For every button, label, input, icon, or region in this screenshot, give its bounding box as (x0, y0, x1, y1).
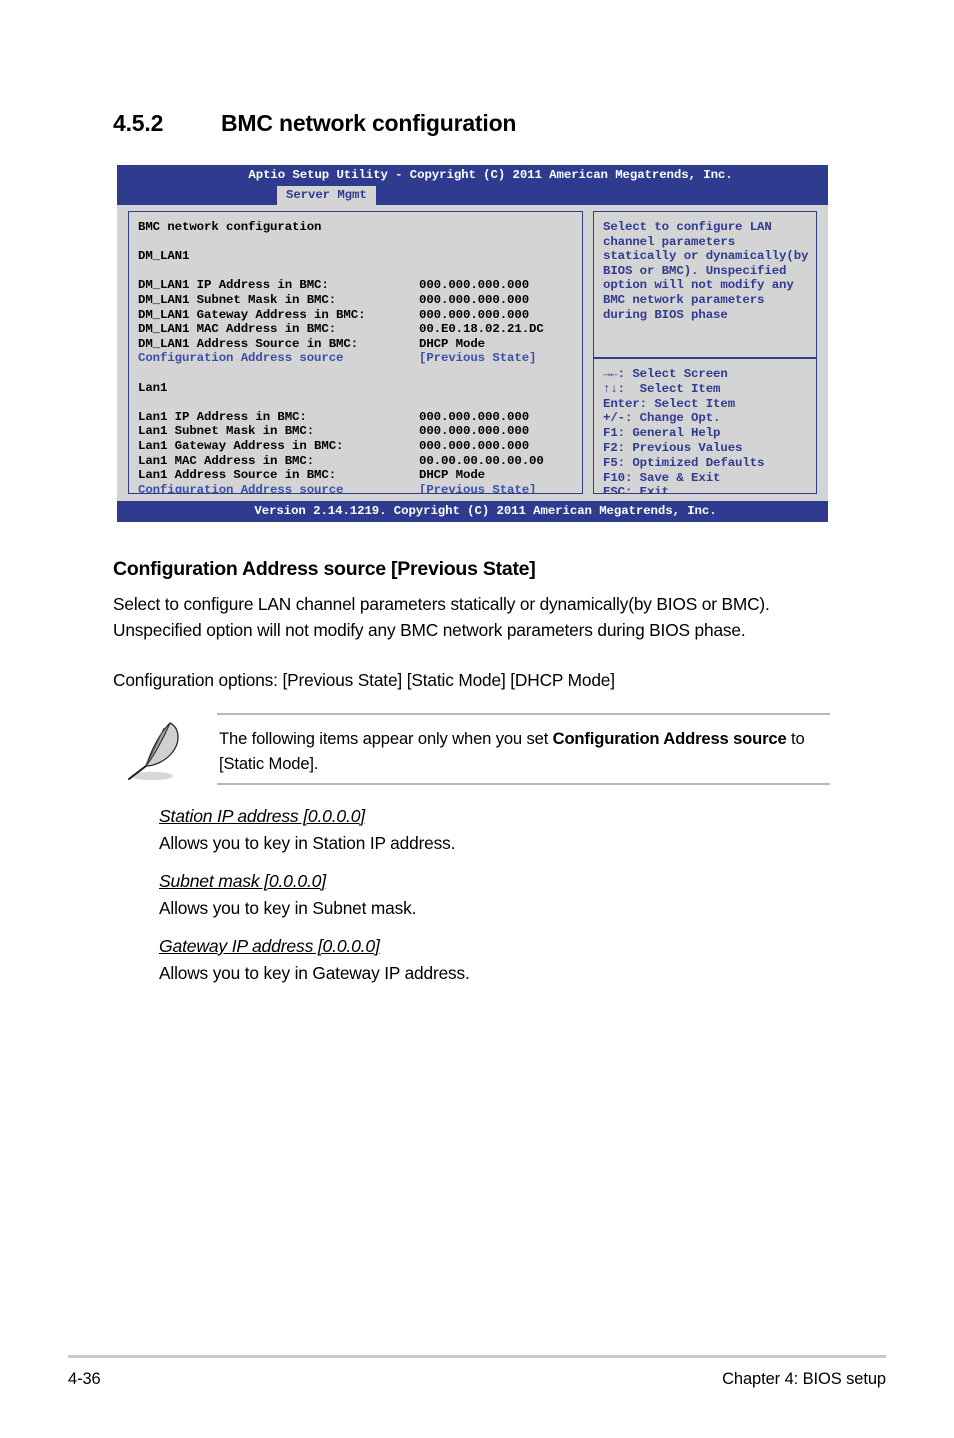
setting-heading: Configuration Address source [Previous S… (113, 558, 536, 580)
row-label: DM_LAN1 IP Address in BMC: (138, 278, 329, 293)
note-text-before: The following items appear only when you… (219, 729, 553, 748)
item-title-subnet-mask: Subnet mask [0.0.0.0] (159, 871, 326, 891)
row-label: Lan1 MAC Address in BMC: (138, 453, 315, 468)
help-line: option will not modify any (603, 278, 794, 293)
row-value: DHCP Mode (419, 336, 486, 351)
row-value: 000.000.000.000 (419, 424, 530, 439)
note-divider-bottom (217, 783, 830, 785)
section-title: BMC network configuration (221, 110, 517, 136)
legend-esc-exit: ESC: Exit (603, 485, 670, 494)
setting-paragraph: Select to configure LAN channel paramete… (113, 594, 770, 640)
row-label: DM_LAN1 Subnet Mask in BMC: (138, 292, 337, 307)
row-label: Lan1 Gateway Address in BMC: (138, 438, 344, 453)
tab-server-mgmt[interactable]: Server Mgmt (277, 186, 376, 205)
note-text-bold: Configuration Address source (552, 729, 787, 748)
row-value: 00.00.00.00.00.00 (419, 453, 544, 468)
note-text: The following items appear only when you… (219, 726, 827, 776)
section-number: 4.5.2 (113, 110, 164, 136)
bios-row: DM_LAN1 MAC Address in BMC: 00.E0.18.02.2… (138, 322, 582, 337)
setting-value: [Previous State] (419, 482, 537, 494)
row-value: 000.000.000.000 (419, 292, 530, 307)
bios-setup-window: Aptio Setup Utility - Copyright (C) 2011… (117, 165, 828, 522)
quill-pen-icon (123, 719, 199, 783)
legend-f5-optimized-defaults: F5: Optimized Defaults (603, 455, 765, 470)
item-title-gateway-ip-address: Gateway IP address [0.0.0.0] (159, 936, 380, 956)
page-number: 4-36 (68, 1370, 101, 1388)
help-line: BIOS or BMC). Unspecified (603, 263, 787, 278)
setting-label: Configuration Address source (138, 351, 344, 366)
bios-version-bar: Version 2.14.1219. Copyright (C) 2011 Am… (117, 501, 828, 522)
setting-configuration-address-source-lan1[interactable]: Configuration Address source [Previous St… (138, 482, 582, 494)
note-callout: The following items appear only when you… (123, 713, 830, 785)
bios-title-bar: Aptio Setup Utility - Copyright (C) 2011… (117, 165, 828, 186)
legend-change-opt: +/-: Change Opt. (603, 411, 721, 426)
bios-row: Lan1 IP Address in BMC: 000.000.000.000 (138, 410, 582, 425)
bios-row: Lan1 Address Source in BMC: DHCP Mode (138, 468, 582, 483)
help-line: Select to configure LAN (603, 220, 772, 234)
row-value: 000.000.000.000 (419, 278, 530, 293)
row-value: DHCP Mode (419, 468, 486, 483)
bios-row: Lan1 MAC Address in BMC: 00.00.00.00.00.0… (138, 454, 582, 469)
help-line: BMC network parameters (603, 292, 765, 307)
note-divider-top (217, 713, 830, 715)
row-label: Lan1 IP Address in BMC: (138, 409, 307, 424)
legend-f1-general-help: F1: General Help (603, 426, 721, 441)
bios-screen-title: BMC network configuration (138, 220, 322, 234)
bios-tab-row: Server Mgmt (117, 186, 828, 205)
group-label-lan1: Lan1 (138, 380, 168, 395)
legend-select-item-arrows: ↑↓: Select Item (603, 381, 721, 396)
setting-configuration-address-source-dm-lan1[interactable]: Configuration Address source [Previous St… (138, 351, 582, 366)
row-value: 000.000.000.000 (419, 409, 530, 424)
row-label: Lan1 Address Source in BMC: (138, 468, 337, 483)
group-label-dm-lan1: DM_LAN1 (138, 249, 190, 264)
item-title-station-ip-address: Station IP address [0.0.0.0] (159, 806, 365, 826)
setting-options-line: Configuration options: [Previous State] … (113, 670, 615, 690)
item-desc-subnet-mask: Allows you to key in Subnet mask. (159, 898, 417, 918)
legend-enter: Enter: Select Item (603, 396, 736, 411)
bios-help-panel: Select to configure LAN channel paramete… (593, 211, 817, 358)
row-label: DM_LAN1 MAC Address in BMC: (138, 322, 337, 337)
help-line: during BIOS phase (603, 307, 728, 322)
bios-body: BMC network configuration DM_LAN1 DM_LAN… (117, 205, 828, 501)
row-label: DM_LAN1 Address Source in BMC: (138, 336, 359, 351)
bios-row: DM_LAN1 IP Address in BMC: 000.000.000.00… (138, 278, 582, 293)
setting-value: [Previous State] (419, 351, 537, 366)
row-label: DM_LAN1 Gateway Address in BMC: (138, 307, 366, 322)
bios-row: Lan1 Subnet Mask in BMC: 000.000.000.000 (138, 424, 582, 439)
row-value: 000.000.000.000 (419, 307, 530, 322)
page-title: 4.5.2 BMC network configuration (113, 110, 873, 137)
item-desc-station-ip-address: Allows you to key in Station IP address. (159, 833, 456, 853)
legend-f2-previous-values: F2: Previous Values (603, 440, 743, 455)
bios-settings-panel: BMC network configuration DM_LAN1 DM_LAN… (128, 211, 583, 494)
bios-row: Lan1 Gateway Address in BMC: 000.000.000.… (138, 439, 582, 454)
item-desc-gateway-ip-address: Allows you to key in Gateway IP address. (159, 963, 470, 983)
legend-select-screen: →←: Select Screen (603, 367, 728, 381)
row-value: 00.E0.18.02.21.DC (419, 322, 544, 337)
help-line: channel parameters (603, 234, 736, 249)
bios-row: DM_LAN1 Address Source in BMC: DHCP Mode (138, 337, 582, 352)
footer-divider (68, 1355, 886, 1358)
help-line: statically or dynamically(by (603, 249, 809, 264)
row-value: 000.000.000.000 (419, 438, 530, 453)
legend-f10-save-exit: F10: Save & Exit (603, 470, 721, 485)
footer-chapter-label: Chapter 4: BIOS setup (722, 1370, 886, 1388)
bios-row: DM_LAN1 Subnet Mask in BMC: 000.000.000.0… (138, 293, 582, 308)
bios-row: DM_LAN1 Gateway Address in BMC: 000.000.0… (138, 308, 582, 323)
bios-key-legend-panel: →←: Select Screen ↑↓: Select Item Enter:… (593, 358, 817, 494)
setting-label: Configuration Address source (138, 482, 344, 494)
row-label: Lan1 Subnet Mask in BMC: (138, 424, 315, 439)
